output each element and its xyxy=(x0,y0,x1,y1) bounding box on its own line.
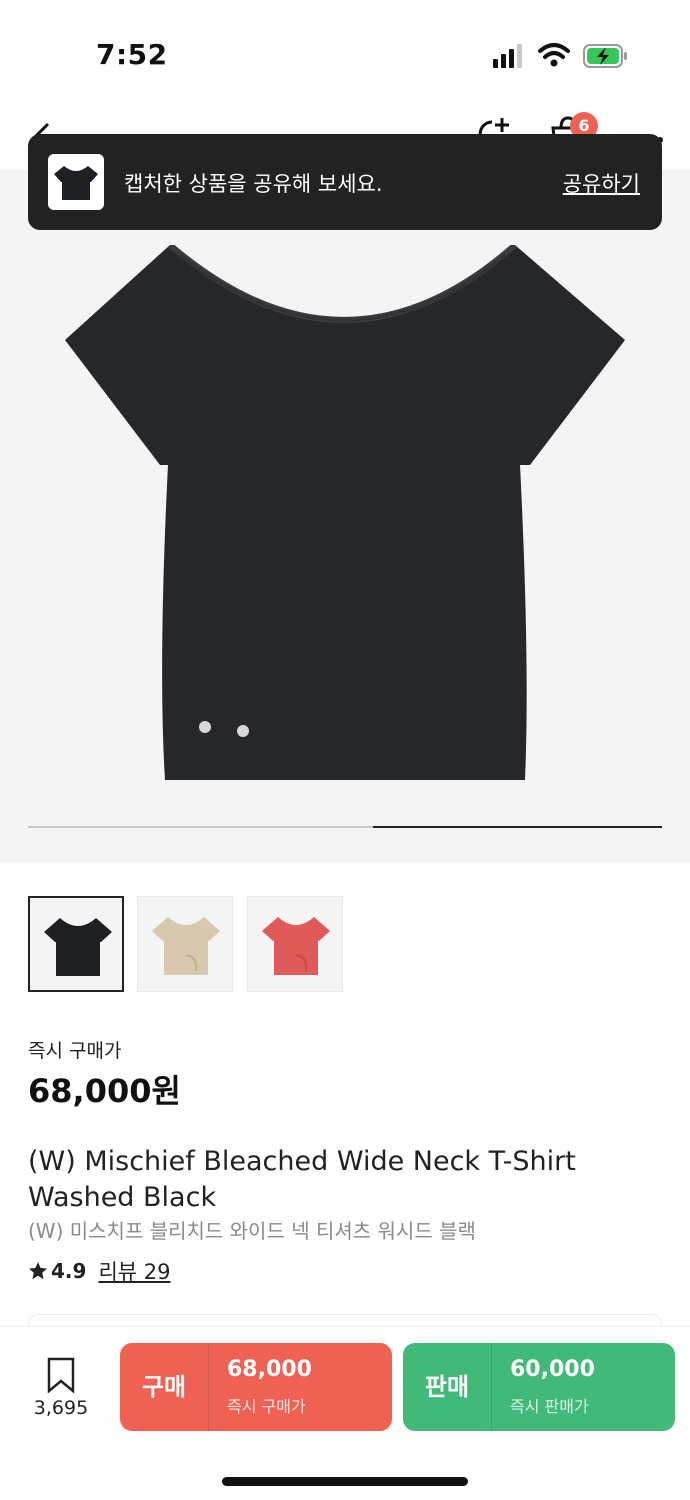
toast-message: 캡처한 상품을 공유해 보세요. xyxy=(124,172,383,196)
reviews-link[interactable]: 리뷰 29 xyxy=(98,1256,170,1286)
thumbnail-black[interactable] xyxy=(28,896,124,992)
sell-sublabel: 즉시 판매가 xyxy=(510,1397,589,1416)
product-image-carousel[interactable] xyxy=(0,170,690,862)
sell-label: 판매 xyxy=(424,1373,470,1401)
rating-score: 4.9 xyxy=(51,1259,87,1283)
sell-price: 60,000 xyxy=(510,1357,595,1382)
shirt-red-icon xyxy=(262,917,330,975)
shirt-black-icon xyxy=(44,918,112,976)
buy-price: 68,000 xyxy=(227,1357,312,1382)
product-title-en: (W) Mischief Bleached Wide Neck T-Shirt … xyxy=(28,1146,576,1213)
battery-charging-icon xyxy=(583,44,627,68)
image-slider-position xyxy=(373,826,662,828)
image-slider-track xyxy=(28,826,662,828)
bottom-action-bar: 3,695 구매 68,000 즉시 구매가 판매 60,000 즉시 판매가 xyxy=(0,1326,690,1500)
color-thumbnails xyxy=(28,896,662,992)
buy-divider xyxy=(208,1343,209,1431)
buy-button[interactable]: 구매 68,000 즉시 구매가 xyxy=(120,1343,392,1431)
sell-divider xyxy=(491,1343,492,1431)
rating-row: 4.9 리뷰 29 xyxy=(28,1256,170,1286)
star-icon xyxy=(29,1262,47,1280)
buy-sublabel: 즉시 구매가 xyxy=(227,1397,306,1416)
bookmark-count: 3,695 xyxy=(33,1397,89,1419)
product-title-ko: (W) 미스치프 블리치드 와이드 넥 티셔츠 워시드 블랙 xyxy=(28,1219,476,1243)
toast-share-link[interactable]: 공유하기 xyxy=(563,168,640,198)
share-toast: 캡처한 상품을 공유해 보세요. 공유하기 xyxy=(28,134,662,230)
thumbnail-red[interactable] xyxy=(247,896,343,992)
price-value: 68,000원 xyxy=(28,1072,181,1110)
bookmark-button[interactable]: 3,695 xyxy=(26,1355,96,1425)
toast-thumbnail xyxy=(48,154,104,210)
thumbnail-beige[interactable] xyxy=(137,896,233,992)
sell-button[interactable]: 판매 60,000 즉시 판매가 xyxy=(403,1343,675,1431)
price-label: 즉시 구매가 xyxy=(28,1040,122,1062)
buy-label: 구매 xyxy=(141,1373,187,1401)
product-image xyxy=(65,245,625,780)
wifi-icon xyxy=(538,43,570,67)
status-time: 7:52 xyxy=(96,38,168,71)
bookmark-icon xyxy=(47,1357,75,1393)
signal-icon xyxy=(493,44,522,68)
shirt-thumbnail-icon xyxy=(54,166,98,200)
home-indicator xyxy=(222,1477,468,1486)
shirt-beige-icon xyxy=(152,917,220,975)
status-bar: 7:52 xyxy=(0,0,690,110)
